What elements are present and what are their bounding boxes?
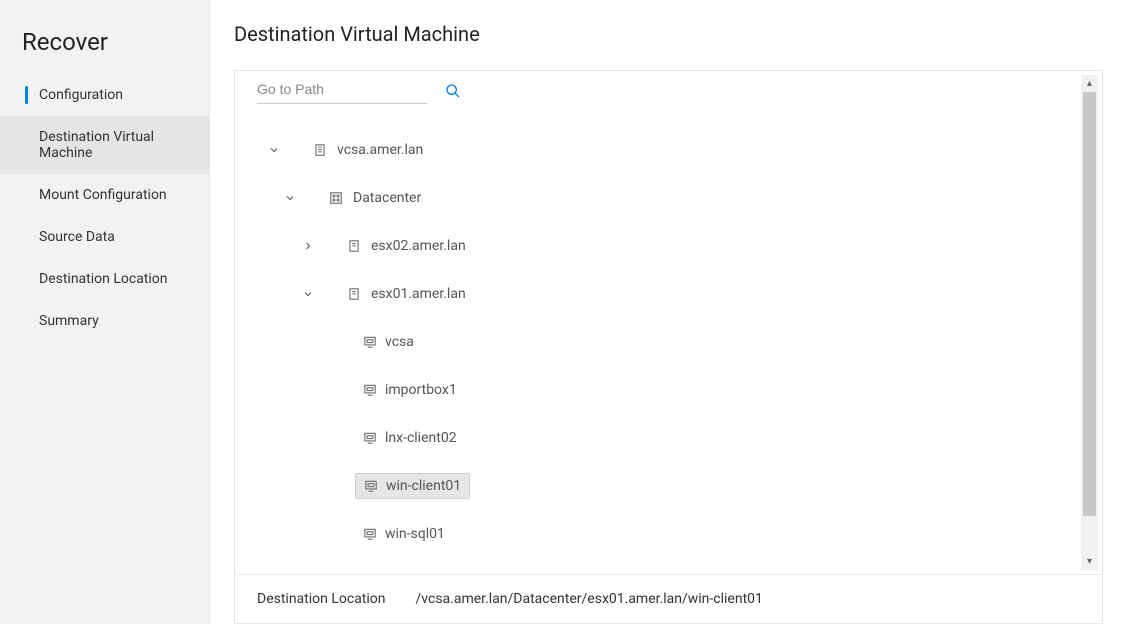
host-icon [347,287,361,301]
page-title: Destination Virtual Machine [234,22,1103,46]
sidebar-item-label: Source Data [39,229,115,245]
scroll-down-icon[interactable]: ▾ [1081,553,1098,570]
sidebar-item-label: Configuration [39,87,123,103]
vm-icon [363,383,377,397]
sidebar-item-label: Destination Location [39,271,168,287]
scroll-up-icon[interactable]: ▴ [1081,75,1098,92]
sidebar-item-label: Mount Configuration [39,187,167,203]
tree-node-label: Datacenter [353,190,421,206]
vm-icon [363,335,377,349]
panel-body: vcsa.amer.lan Datacenter [235,71,1102,574]
tree: vcsa.amer.lan Datacenter [247,104,1069,558]
search-row [247,71,1069,104]
sidebar-item-label: Destination Virtual Machine [39,129,154,161]
chevron-down-icon[interactable] [301,288,315,300]
tree-node-vm[interactable]: lnx-client02 [247,414,1069,462]
main: Destination Virtual Machine [210,0,1127,624]
sidebar-item-mount-configuration[interactable]: Mount Configuration [0,174,209,216]
tree-node-vm[interactable]: vcsa [247,318,1069,366]
sidebar-item-destination-vm[interactable]: Destination Virtual Machine [0,116,209,174]
tree-node-label: esx02.amer.lan [371,238,466,254]
tree-node-vcenter[interactable]: vcsa.amer.lan [247,126,1069,174]
chevron-down-icon[interactable] [283,192,297,204]
sidebar-item-configuration[interactable]: Configuration [0,74,209,116]
tree-wrap: vcsa.amer.lan Datacenter [235,71,1081,574]
tree-node-label: win-client01 [386,478,461,494]
sidebar-item-summary[interactable]: Summary [0,300,209,342]
vm-icon [364,479,378,493]
tree-node-label: vcsa.amer.lan [337,142,423,158]
tree-node-datacenter[interactable]: Datacenter [247,174,1069,222]
sidebar-item-destination-location[interactable]: Destination Location [0,258,209,300]
tree-node-host-esx02[interactable]: esx02.amer.lan [247,222,1069,270]
vm-icon [363,431,377,445]
destination-location-row: Destination Location /vcsa.amer.lan/Data… [235,574,1102,623]
scrollbar-thumb[interactable] [1083,92,1096,516]
tree-node-label: esx01.amer.lan [371,286,466,302]
host-icon [347,239,361,253]
tree-node-label: lnx-client02 [385,430,457,446]
destination-location-path: /vcsa.amer.lan/Datacenter/esx01.amer.lan… [416,591,763,607]
go-to-path-input[interactable] [257,77,427,104]
tree-node-label: importbox1 [385,382,457,398]
tree-node-host-esx01[interactable]: esx01.amer.lan [247,270,1069,318]
tree-node-vm[interactable]: win-sql01 [247,510,1069,558]
sidebar-item-label: Summary [39,313,99,329]
tree-node-vm-selected[interactable]: win-client01 [247,462,1069,510]
scrollbar[interactable]: ▴ ▾ [1081,75,1098,570]
sidebar-item-source-data[interactable]: Source Data [0,216,209,258]
vcenter-icon [313,143,327,157]
scrollbar-track[interactable] [1081,92,1098,553]
sidebar-title: Recover [0,20,209,74]
search-icon[interactable] [445,83,461,99]
tree-panel: vcsa.amer.lan Datacenter [234,70,1103,624]
sidebar: Recover Configuration Destination Virtua… [0,0,210,624]
tree-node-vm[interactable]: importbox1 [247,366,1069,414]
destination-location-label: Destination Location [257,591,386,607]
chevron-right-icon[interactable] [301,240,315,252]
tree-node-label: vcsa [385,334,414,350]
chevron-down-icon[interactable] [267,144,281,156]
datacenter-icon [329,191,343,205]
tree-node-label: win-sql01 [385,526,445,542]
vm-icon [363,527,377,541]
